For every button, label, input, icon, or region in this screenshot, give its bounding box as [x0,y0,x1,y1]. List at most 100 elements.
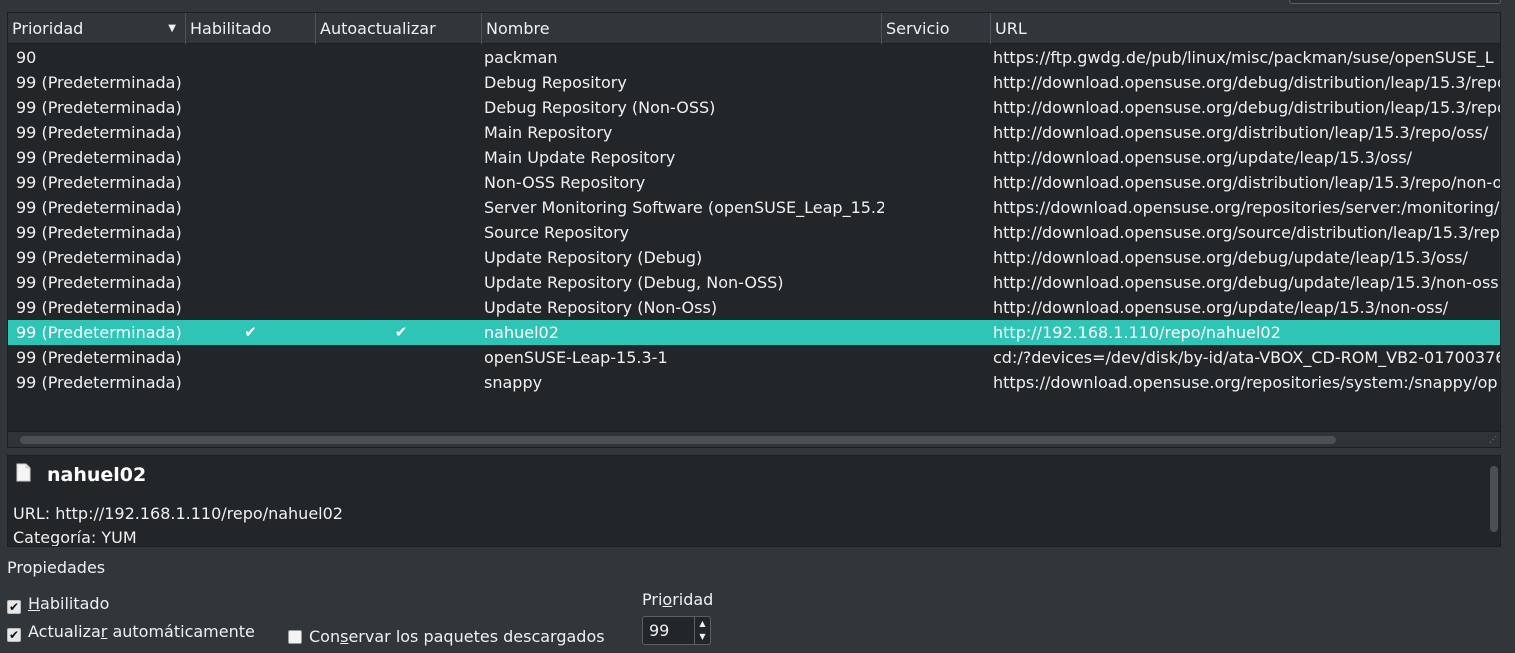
cell-auto [318,70,484,95]
cell-auto [318,170,484,195]
details-vertical-scrollbar[interactable] [1490,466,1498,532]
autorefresh-checkbox[interactable]: ✔ Actualizar automáticamente [7,622,255,642]
table-row[interactable]: 99 (Predeterminada) Main Update Repositor… [8,145,1500,170]
cell-hab [190,45,317,70]
spin-down-icon[interactable]: ▼ [695,630,710,643]
cell-name: Main Repository [484,123,613,142]
cell-hab [190,120,317,145]
checkbox-unchecked-icon [288,630,302,644]
checkbox-checked-icon: ✔ [7,600,21,614]
cell-prio: 99 (Predeterminada) [16,323,182,342]
cell-url: http://download.opensuse.org/distributio… [993,123,1489,142]
cell-serv [885,95,993,120]
document-icon [16,463,31,482]
column-header-label: Prioridad [12,19,84,38]
column-header-prioridad[interactable]: Prioridad ▼ [8,13,186,44]
cell-hab [190,220,317,245]
cell-prio: 99 (Predeterminada) [16,148,182,167]
table-row[interactable]: 90 packman https://ftp.gwdg.de/pub/linux/m… [8,45,1500,70]
checkbox-label: automáticamente [107,622,255,641]
enabled-checkbox[interactable]: ✔ Habilitado [7,594,109,614]
cell-name: packman [484,48,558,67]
table-row[interactable]: 99 (Predeterminada) Update Repository (No… [8,295,1500,320]
column-header-servicio[interactable]: Servicio [882,13,991,44]
cell-hab [190,270,317,295]
table-row[interactable]: 99 (Predeterminada) Source Repository http… [8,220,1500,245]
cell-prio: 90 [16,48,37,67]
table-row[interactable]: 99 (Predeterminada) Main Repository http:/… [8,120,1500,145]
cell-name: nahuel02 [484,323,559,342]
column-header-autoactualizar[interactable]: Autoactualizar [316,13,482,44]
column-header-nombre[interactable]: Nombre [482,13,882,44]
cell-hab [190,195,317,220]
cell-url: http://download.opensuse.org/debug/updat… [993,273,1499,292]
cell-serv [885,245,993,270]
top-strip [0,0,1515,12]
sort-descending-icon: ▼ [168,23,176,34]
priority-label: Prioridad [642,590,713,609]
cell-prio: 99 (Predeterminada) [16,73,182,92]
cell-serv [885,220,993,245]
table-row[interactable]: 99 (Predeterminada) Debug Repository (Non… [8,95,1500,120]
cell-hab [190,95,317,120]
keep-packages-checkbox[interactable]: Conservar los paquetes descargados [288,627,605,647]
cell-url: http://download.opensuse.org/source/dist… [993,223,1501,242]
spinbox-arrows[interactable]: ▲ ▼ [694,617,710,644]
table-row[interactable]: 99 (Predeterminada) openSUSE-Leap-15.3-1 c… [8,345,1500,370]
scrollbar-thumb[interactable] [20,436,1336,444]
cell-prio: 99 (Predeterminada) [16,173,182,192]
horizontal-scrollbar[interactable]: ⋰ [8,431,1500,447]
cell-name: Server Monitoring Software (openSUSE_Lea… [484,198,884,217]
column-header-habilitado[interactable]: Habilitado [186,13,316,44]
table-row[interactable]: 99 (Predeterminada) Debug Repository http:… [8,70,1500,95]
cell-url: http://download.opensuse.org/debug/distr… [993,73,1501,92]
cell-hab [190,245,317,270]
cell-auto [318,295,484,320]
checkbox-label: ervar los paquetes descargados [348,627,605,646]
cell-prio: 99 (Predeterminada) [16,248,182,267]
cell-prio: 99 (Predeterminada) [16,98,182,117]
cell-serv [885,45,993,70]
cell-name: snappy [484,373,543,392]
cell-url: https://ftp.gwdg.de/pub/linux/misc/packm… [993,48,1494,67]
cell-name: Debug Repository [484,73,627,92]
cell-url: http://download.opensuse.org/update/leap… [993,298,1449,317]
cell-prio: 99 (Predeterminada) [16,298,182,317]
cell-name: Update Repository (Non-Oss) [484,298,718,317]
checkbox-label: abilitado [40,594,110,613]
cell-name: Non-OSS Repository [484,173,646,192]
cell-url: http://192.168.1.110/repo/nahuel02 [993,323,1281,342]
label-part: Pri [642,590,663,609]
details-title: nahuel02 [47,464,147,486]
cell-hab [190,370,317,395]
cell-auto [318,195,484,220]
table-row[interactable]: 99 (Predeterminada) Update Repository (De… [8,270,1500,295]
mnemonic: H [28,594,41,613]
repository-table[interactable]: Prioridad ▼ Habilitado Autoactualizar No… [7,12,1501,448]
table-row[interactable]: 99 (Predeterminada) Non-OSS Repository htt… [8,170,1500,195]
table-row[interactable]: 99 (Predeterminada) ✔ ✔ nahuel02 http://192.… [8,320,1500,345]
cell-auto [318,270,484,295]
cell-serv [885,270,993,295]
cell-auto [318,145,484,170]
priority-spinbox[interactable]: 99 ▲ ▼ [642,616,711,645]
cell-prio: 99 (Predeterminada) [16,348,182,367]
table-row[interactable]: 99 (Predeterminada) Update Repository (De… [8,245,1500,270]
spin-up-icon[interactable]: ▲ [695,617,710,630]
cell-serv [885,120,993,145]
column-header-url[interactable]: URL [991,13,1500,44]
mnemonic: o [662,590,673,609]
cell-auto [318,245,484,270]
properties-heading: Propiedades [7,558,106,577]
repository-details-panel: nahuel02 URL: http://192.168.1.110/repo/… [7,455,1501,547]
cell-auto [318,45,484,70]
cell-hab [190,170,317,195]
cell-prio: 99 (Predeterminada) [16,198,182,217]
table-header: Prioridad ▼ Habilitado Autoactualizar No… [8,13,1500,44]
table-row[interactable]: 99 (Predeterminada) snappy https://downloa… [8,370,1500,395]
cell-name: Debug Repository (Non-OSS) [484,98,716,117]
table-row[interactable]: 99 (Predeterminada) Server Monitoring Sof… [8,195,1500,220]
cell-url: http://download.opensuse.org/distributio… [993,173,1501,192]
checkbox-checked-icon: ✔ [7,628,21,642]
priority-value[interactable]: 99 [649,621,669,640]
